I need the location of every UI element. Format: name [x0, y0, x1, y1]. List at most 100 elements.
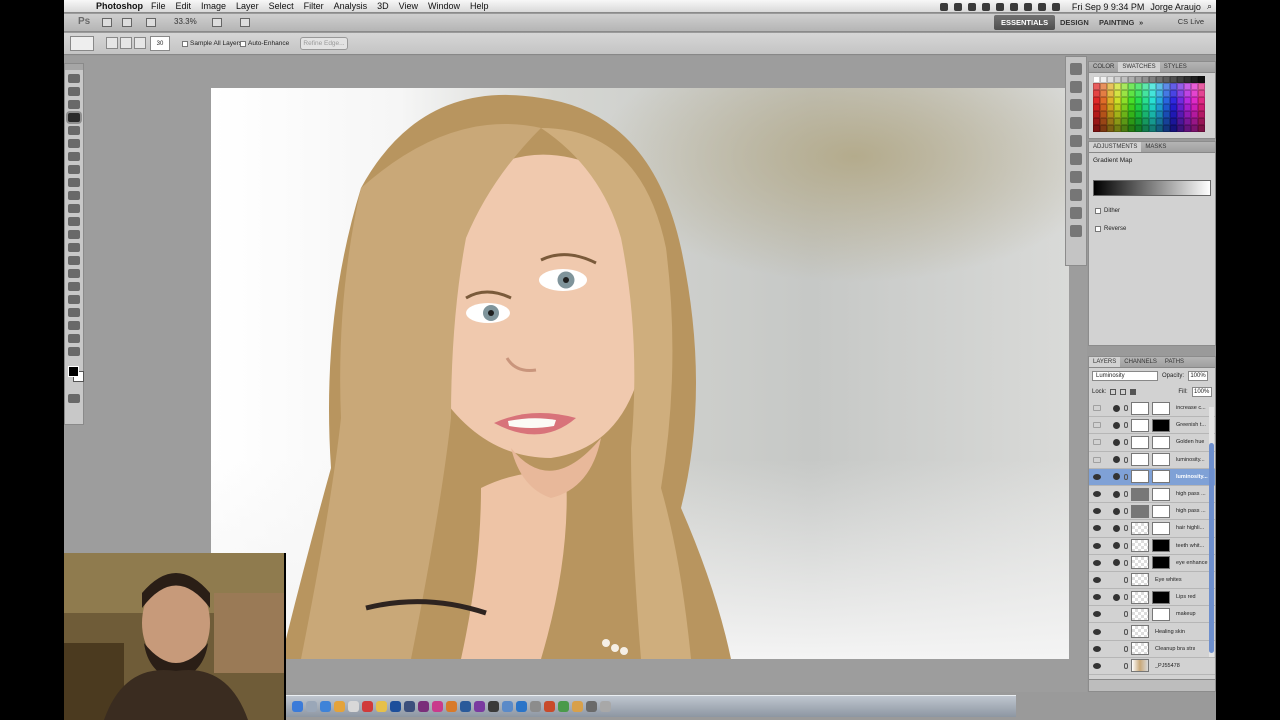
swatch[interactable] — [1198, 97, 1205, 104]
swatch[interactable] — [1149, 111, 1156, 118]
indesign-dock-icon[interactable] — [432, 701, 443, 712]
layer-name[interactable]: eye enhance — [1176, 560, 1208, 566]
swatch[interactable] — [1170, 76, 1177, 83]
swatch[interactable] — [1163, 111, 1170, 118]
swatch[interactable] — [1170, 111, 1177, 118]
eye-icon[interactable] — [1093, 439, 1101, 446]
swatch[interactable] — [1198, 125, 1205, 132]
swatch[interactable] — [1107, 111, 1114, 118]
swatch[interactable] — [1149, 118, 1156, 125]
link-icon[interactable] — [1124, 456, 1128, 463]
tab-paths[interactable]: PATHS — [1161, 357, 1188, 367]
swatch[interactable] — [1191, 104, 1198, 111]
history-brush-tool-icon[interactable] — [68, 191, 80, 200]
layer-row[interactable]: luminosity... — [1089, 468, 1215, 486]
tab-swatches[interactable]: SWATCHES — [1118, 62, 1160, 72]
swatch[interactable] — [1135, 104, 1142, 111]
swatch[interactable] — [1135, 118, 1142, 125]
eye-icon[interactable] — [1093, 662, 1101, 669]
link-icon[interactable] — [1124, 525, 1128, 532]
3d-orbit-tool-icon[interactable] — [68, 321, 80, 330]
layer-row[interactable]: makeup — [1089, 606, 1215, 624]
swatch[interactable] — [1198, 90, 1205, 97]
layer-name[interactable]: teeth whit... — [1176, 543, 1204, 549]
swatch[interactable] — [1128, 83, 1135, 90]
eye-icon[interactable] — [1093, 542, 1101, 549]
eye-icon[interactable] — [1093, 422, 1101, 429]
layer-row[interactable]: Greenish t... — [1089, 417, 1215, 435]
trash-icon[interactable] — [600, 701, 611, 712]
swatch[interactable] — [1100, 76, 1107, 83]
layer-mask-thumbnail[interactable] — [1152, 401, 1170, 415]
link-icon[interactable] — [1124, 508, 1128, 515]
link-icon[interactable] — [1124, 405, 1128, 412]
tray-icon-4[interactable] — [981, 2, 990, 11]
swatch[interactable] — [1170, 83, 1177, 90]
layer-name[interactable]: high pass ... — [1176, 491, 1206, 497]
link-icon[interactable] — [1124, 559, 1128, 566]
terminal-icon[interactable] — [488, 701, 499, 712]
link-icon[interactable] — [1124, 662, 1128, 669]
swatch[interactable] — [1170, 90, 1177, 97]
layer-thumbnail[interactable] — [1131, 504, 1149, 518]
swatch[interactable] — [1156, 83, 1163, 90]
bridge-dock-icon[interactable] — [404, 701, 415, 712]
tab-styles[interactable]: STYLES — [1160, 62, 1191, 72]
reverse-checkbox[interactable]: Reverse — [1089, 226, 1215, 232]
dodge-tool-icon[interactable] — [68, 243, 80, 252]
finder-icon[interactable] — [292, 701, 303, 712]
hand-tool-icon[interactable] — [68, 334, 80, 343]
lasso-tool-icon[interactable] — [68, 100, 80, 109]
swatch[interactable] — [1093, 97, 1100, 104]
swatch[interactable] — [1184, 125, 1191, 132]
layer-name[interactable]: makeup — [1176, 611, 1196, 617]
swatch[interactable] — [1184, 90, 1191, 97]
tray-icon-5[interactable] — [995, 2, 1004, 11]
volume-icon[interactable] — [1037, 2, 1046, 11]
swatch[interactable] — [1177, 104, 1184, 111]
swatch[interactable] — [1149, 76, 1156, 83]
dither-checkbox[interactable]: Dither — [1089, 208, 1215, 214]
swatch[interactable] — [1135, 90, 1142, 97]
layer-name[interactable]: hair highli... — [1176, 525, 1204, 531]
swatch[interactable] — [1191, 76, 1198, 83]
layer-mask-thumbnail[interactable] — [1152, 521, 1170, 535]
fill-input[interactable]: 100% — [1191, 387, 1212, 397]
spotlight-icon[interactable]: ⌕ — [1207, 1, 1212, 12]
layer-row[interactable]: luminosity... — [1089, 452, 1215, 469]
swatch[interactable] — [1100, 83, 1107, 90]
swatch[interactable] — [1198, 111, 1205, 118]
swatch[interactable] — [1198, 83, 1205, 90]
brush-panel-icon[interactable] — [1070, 153, 1082, 165]
layer-name[interactable]: high pass ... — [1176, 508, 1206, 514]
layer-thumbnail[interactable] — [1131, 453, 1149, 467]
eye-icon[interactable] — [1093, 456, 1101, 463]
layer-thumbnail[interactable] — [1131, 607, 1149, 621]
tool-preset-picker[interactable] — [70, 36, 94, 51]
layer-row[interactable]: teeth whit... — [1089, 538, 1215, 555]
layer-mask-thumbnail[interactable] — [1152, 590, 1170, 604]
link-icon[interactable] — [1124, 645, 1128, 652]
workspace-design[interactable]: DESIGN — [1053, 15, 1096, 30]
illustrator-dock-icon[interactable] — [446, 701, 457, 712]
link-icon[interactable] — [1124, 422, 1128, 429]
swatch[interactable] — [1198, 76, 1205, 83]
tab-adjustments[interactable]: ADJUSTMENTS — [1089, 142, 1142, 152]
swatch[interactable] — [1142, 76, 1149, 83]
swatch[interactable] — [1114, 125, 1121, 132]
swatch[interactable] — [1114, 118, 1121, 125]
calendar-icon[interactable] — [362, 701, 373, 712]
swatch[interactable] — [1156, 90, 1163, 97]
screen-mode-icon[interactable] — [240, 18, 250, 27]
swatch[interactable] — [1191, 111, 1198, 118]
downloads-stack-icon[interactable] — [586, 701, 597, 712]
layer-thumbnail[interactable] — [1131, 625, 1149, 639]
new-selection-icon[interactable] — [106, 37, 118, 49]
swatch[interactable] — [1163, 76, 1170, 83]
swatch[interactable] — [1149, 104, 1156, 111]
swatch[interactable] — [1135, 125, 1142, 132]
opacity-input[interactable]: 100% — [1188, 371, 1209, 381]
swatch[interactable] — [1128, 104, 1135, 111]
swatch[interactable] — [1100, 125, 1107, 132]
eye-icon[interactable] — [1093, 525, 1101, 532]
